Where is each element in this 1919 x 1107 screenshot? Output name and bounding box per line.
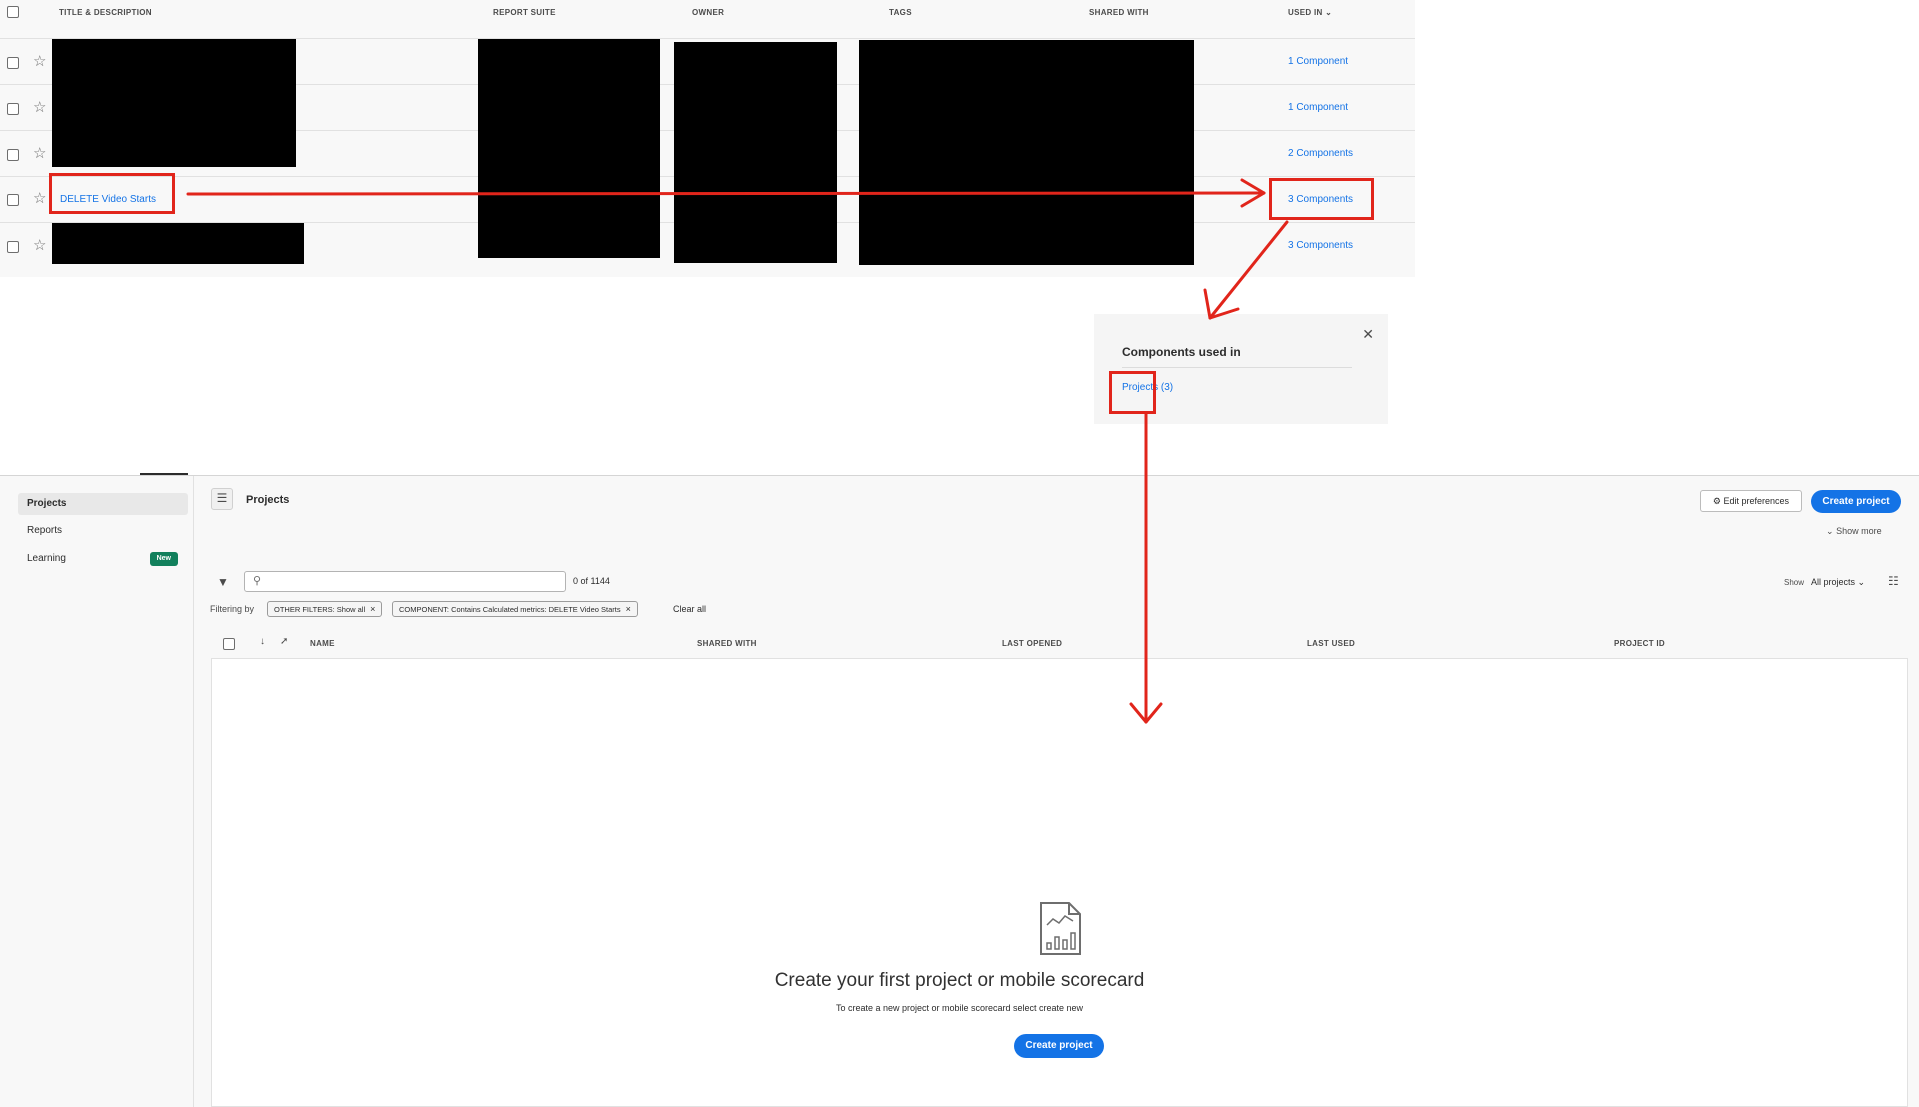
filter-chip-component[interactable]: COMPONENT: Contains Calculated metrics: … — [392, 601, 638, 617]
redacted-block — [478, 39, 660, 258]
annotation-box-used-in — [1269, 178, 1374, 220]
annotation-box-title — [49, 173, 175, 214]
sort-arrow-icon[interactable]: ↓ — [260, 636, 265, 647]
menu-icon[interactable]: ☰ — [211, 488, 233, 510]
scorecard-chart-icon — [1040, 902, 1081, 955]
column-header-title[interactable]: TITLE & DESCRIPTION — [59, 8, 152, 17]
column-header-last-opened[interactable]: LAST OPENED — [1002, 639, 1062, 648]
star-icon[interactable]: ☆ — [33, 54, 46, 69]
search-input[interactable]: ⚲ — [244, 571, 566, 592]
result-count: 0 of 1144 — [573, 576, 610, 586]
column-header-name[interactable]: NAME — [310, 639, 335, 648]
empty-state-create-project-button[interactable]: Create project — [1014, 1034, 1104, 1058]
redacted-block — [52, 223, 304, 264]
show-more-toggle[interactable]: ⌄ Show more — [1826, 526, 1882, 537]
column-header-tags[interactable]: TAGS — [889, 8, 912, 17]
sidebar-item-reports[interactable]: Reports — [18, 520, 188, 542]
search-icon: ⚲ — [253, 575, 262, 587]
create-project-button[interactable]: Create project — [1811, 490, 1901, 513]
empty-state-subtitle: To create a new project or mobile scorec… — [835, 1003, 1084, 1013]
select-all-checkbox[interactable] — [223, 638, 235, 650]
column-header-project-id[interactable]: PROJECT ID — [1614, 639, 1665, 648]
sidebar-item-projects[interactable]: Projects — [18, 493, 188, 515]
empty-state-title: Create your first project or mobile scor… — [774, 970, 1145, 991]
row-checkbox[interactable] — [7, 194, 19, 206]
close-icon[interactable]: × — [370, 604, 375, 614]
sidebar-item-learning[interactable]: Learning New — [18, 548, 188, 570]
star-icon[interactable]: ☆ — [33, 191, 46, 206]
column-header-shared-with[interactable]: SHARED WITH — [697, 639, 757, 648]
column-settings-icon[interactable]: ☷ — [1888, 574, 1899, 588]
close-icon[interactable]: × — [626, 604, 631, 614]
page-title: Projects — [246, 494, 290, 506]
chevron-down-icon: ⌄ — [1325, 8, 1333, 17]
used-in-link[interactable]: 1 Component — [1288, 102, 1348, 113]
used-in-link[interactable]: 1 Component — [1288, 56, 1348, 67]
row-checkbox[interactable] — [7, 57, 19, 69]
column-header-shared-with[interactable]: SHARED WITH — [1089, 8, 1149, 17]
components-table: TITLE & DESCRIPTION REPORT SUITE OWNER T… — [0, 0, 1415, 277]
select-all-checkbox[interactable] — [7, 6, 19, 18]
used-in-link[interactable]: 3 Components — [1288, 240, 1353, 251]
star-icon[interactable]: ☆ — [33, 100, 46, 115]
popover-title: Components used in — [1122, 345, 1241, 359]
edit-preferences-button[interactable]: ⚙ Edit preferences — [1700, 490, 1802, 512]
redacted-block — [52, 39, 296, 167]
show-projects-dropdown[interactable]: All projects ⌄ — [1811, 577, 1865, 588]
annotation-box-projects — [1109, 371, 1156, 414]
new-badge: New — [149, 552, 178, 566]
row-checkbox[interactable] — [7, 149, 19, 161]
column-header-last-used[interactable]: LAST USED — [1307, 639, 1355, 648]
redacted-block — [859, 40, 1194, 265]
column-header-owner[interactable]: OWNER — [692, 8, 724, 17]
filter-icon[interactable]: ▼ — [217, 575, 229, 589]
row-checkbox[interactable] — [7, 103, 19, 115]
star-icon[interactable]: ☆ — [33, 238, 46, 253]
chevron-down-icon: ⌄ — [1857, 577, 1866, 587]
divider — [1122, 367, 1352, 368]
column-header-used-in[interactable]: USED IN ⌄ — [1288, 8, 1332, 17]
clear-all-link[interactable]: Clear all — [673, 604, 706, 614]
show-label: Show — [1784, 578, 1805, 587]
filter-chip-other[interactable]: OTHER FILTERS: Show all × — [267, 601, 383, 617]
filtering-by-label: Filtering by — [210, 604, 255, 614]
redacted-block — [674, 42, 837, 263]
star-icon[interactable]: ☆ — [33, 146, 46, 161]
row-checkbox[interactable] — [7, 241, 19, 253]
projects-app: Projects Reports Learning New ☰ Projects… — [0, 473, 1919, 1107]
user-gear-icon: ⚙ — [1712, 496, 1721, 506]
chevron-down-icon: ⌄ — [1826, 526, 1834, 536]
pin-icon[interactable]: ➚ — [280, 636, 288, 647]
column-header-report-suite[interactable]: REPORT SUITE — [493, 8, 556, 17]
close-icon[interactable]: ✕ — [1362, 326, 1374, 343]
tab-indicator — [140, 473, 188, 475]
used-in-link[interactable]: 2 Components — [1288, 148, 1353, 159]
